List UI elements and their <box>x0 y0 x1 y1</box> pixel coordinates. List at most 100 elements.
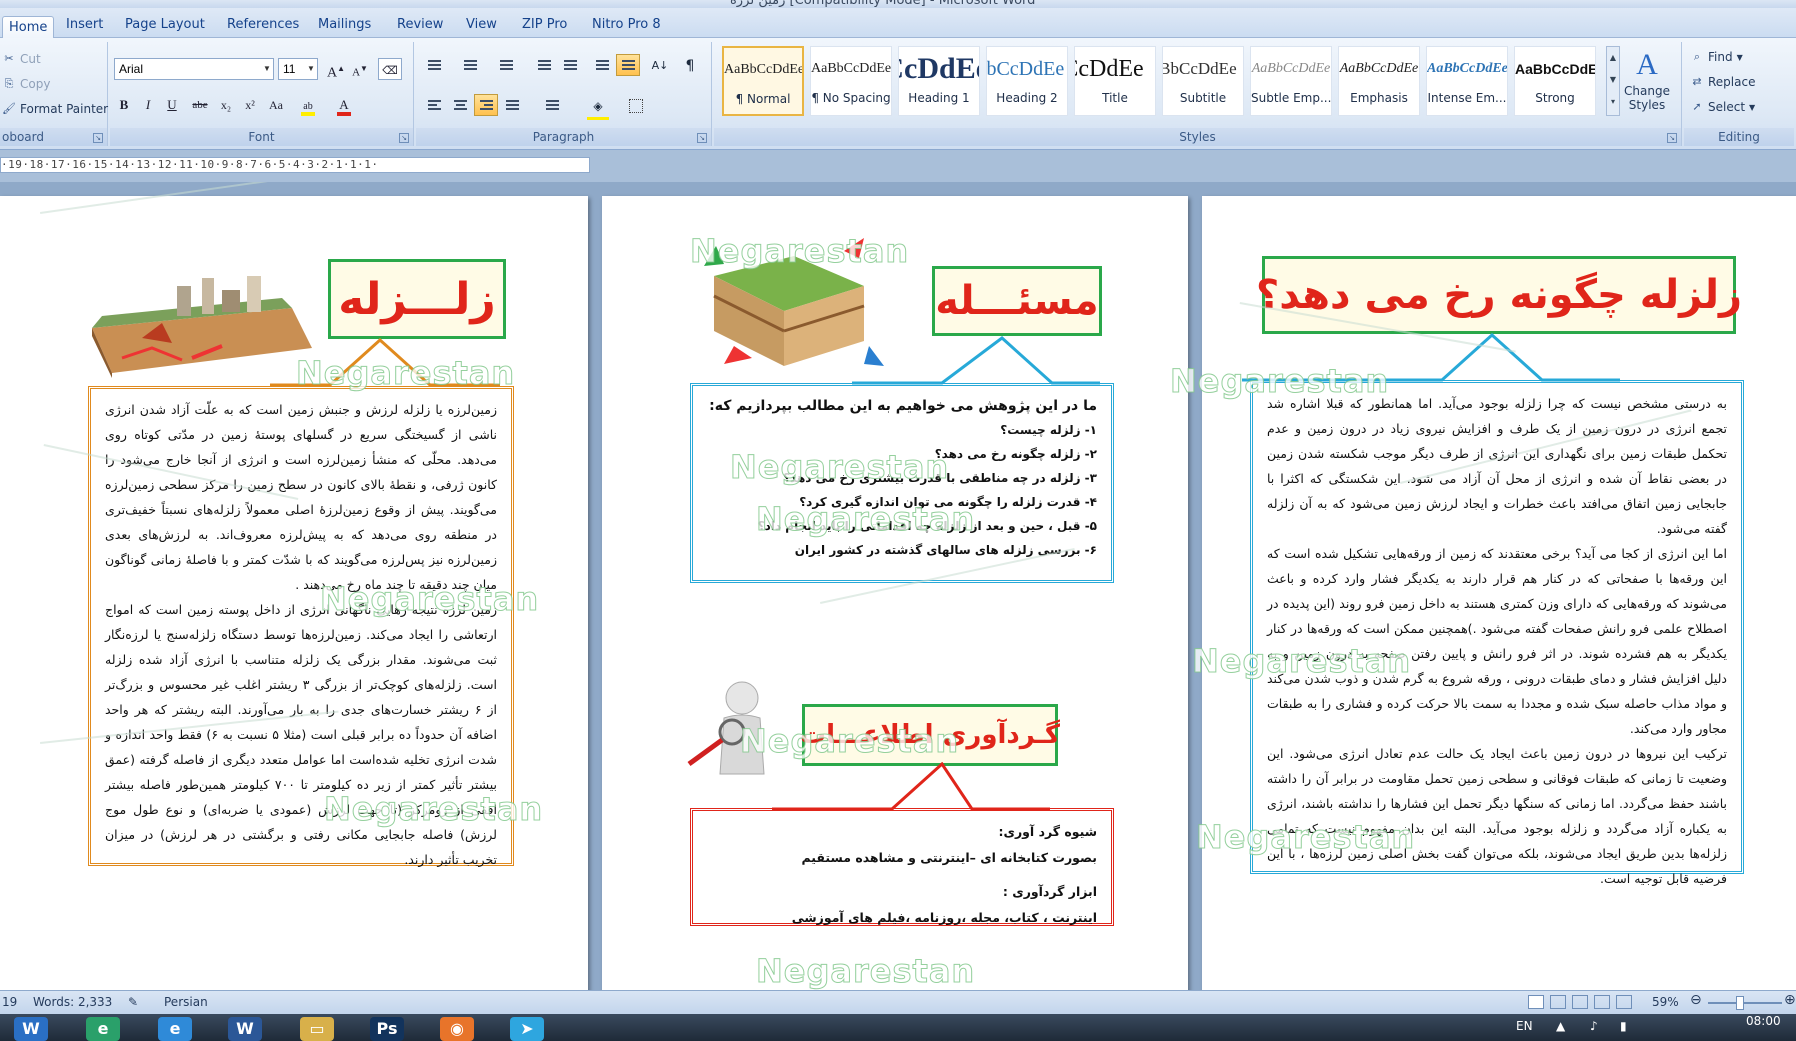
copy-button[interactable]: ⎘ Copy <box>2 77 51 91</box>
tab-references[interactable]: References <box>227 14 299 38</box>
network-icon[interactable]: ▲ <box>1556 1019 1565 1033</box>
zoom-out-button[interactable]: ⊖ <box>1690 992 1702 1008</box>
style-normal[interactable]: AaBbCcDdEe ¶ Normal <box>722 46 804 116</box>
italic-button[interactable]: I <box>136 94 160 116</box>
scissors-icon: ✂ <box>4 52 14 65</box>
tab-review[interactable]: Review <box>397 14 443 38</box>
multilevel-list-button[interactable] <box>494 54 518 76</box>
paragraph: اما این انرژی از کجا می آید؟ برخی معتقدن… <box>1267 546 1727 736</box>
edge-icon[interactable]: e <box>86 1017 120 1041</box>
language-tray[interactable]: EN <box>1516 1019 1533 1033</box>
clock[interactable]: 08:00 <box>1746 1014 1781 1028</box>
style-heading-2[interactable]: AaBbCcDdEe Heading 2 <box>986 46 1068 116</box>
telegram-icon[interactable]: ➤ <box>510 1017 544 1041</box>
start-button[interactable]: W <box>14 1017 48 1041</box>
tab-zip-pro[interactable]: ZIP Pro <box>522 14 567 38</box>
tab-nitro-pro[interactable]: Nitro Pro 8 <box>592 14 661 38</box>
tab-mailings[interactable]: Mailings <box>318 14 371 38</box>
zoom-in-button[interactable]: ⊕ <box>1784 992 1796 1008</box>
font-size-combo[interactable]: 11 ▼ <box>278 58 318 80</box>
page-left[interactable]: زلـــزله زمین‌لرزه یا زلزله لرزش و جنبش … <box>0 196 588 990</box>
style-subtle-emphasis[interactable]: AaBbCcDdEe Subtle Emp... <box>1250 46 1332 116</box>
grow-font-button[interactable]: A▲ <box>324 58 348 81</box>
font-launcher[interactable]: ↘ <box>399 133 409 143</box>
font-name-combo[interactable]: Arial ▼ <box>114 58 274 80</box>
styles-gallery-scroll[interactable]: ▲ ▼ ▾ <box>1606 46 1620 116</box>
file-explorer-icon[interactable]: ▭ <box>300 1017 334 1041</box>
style-heading-1[interactable]: AaBbCcDdEe Heading 1 <box>898 46 980 116</box>
borders-button[interactable] <box>624 94 648 116</box>
highlight-color-button[interactable]: ab <box>296 94 320 116</box>
align-right-button[interactable] <box>474 94 498 116</box>
volume-icon[interactable]: ♪ <box>1590 1019 1598 1033</box>
show-marks-button[interactable]: ¶ <box>678 54 702 76</box>
document-area[interactable]: زلـــزله زمین‌لرزه یا زلزله لرزش و جنبش … <box>0 182 1796 990</box>
change-case-button[interactable]: Aa <box>264 94 288 116</box>
format-painter-button[interactable]: 🖌 Format Painter <box>2 102 108 116</box>
tab-home[interactable]: Home <box>2 16 55 40</box>
subscript-button[interactable]: x₂ <box>214 94 238 116</box>
page-middle[interactable]: مسئـــله ما در این پژوهش می خواهیم به ای… <box>602 196 1188 990</box>
photoshop-icon[interactable]: Ps <box>370 1017 404 1041</box>
zoom-level[interactable]: 59% <box>1652 995 1679 1009</box>
paragraph-launcher[interactable]: ↘ <box>697 133 707 143</box>
shading-button[interactable]: ◈ <box>586 94 610 120</box>
tab-view[interactable]: View <box>466 14 497 38</box>
strikethrough-button[interactable]: abe <box>188 94 212 116</box>
draft-view-button[interactable] <box>1616 995 1632 1009</box>
zoom-slider-knob[interactable] <box>1736 996 1744 1010</box>
sort-button[interactable]: A↓ <box>648 54 672 76</box>
style-subtitle[interactable]: AaBbCcDdEe Subtitle <box>1162 46 1244 116</box>
firefox-icon[interactable]: ◉ <box>440 1017 474 1041</box>
language-indicator[interactable]: Persian <box>164 995 208 1009</box>
style-no-spacing[interactable]: AaBbCcDdEe ¶ No Spacing <box>810 46 892 116</box>
superscript-button[interactable]: x² <box>238 94 262 116</box>
tab-page-layout[interactable]: Page Layout <box>125 14 205 38</box>
font-color-button[interactable]: A <box>332 94 356 116</box>
horizontal-ruler[interactable]: ·19·18·17·16·15·14·13·12·11·10·9·8·7·6·5… <box>0 152 1796 182</box>
clipboard-launcher[interactable]: ↘ <box>93 133 103 143</box>
print-layout-view-button[interactable] <box>1528 995 1544 1009</box>
ltr-direction-button[interactable] <box>590 54 614 76</box>
heading-box-left: زلـــزله <box>328 259 506 339</box>
align-left-button[interactable] <box>422 94 446 116</box>
find-button[interactable]: ⌕ Find ▼ <box>1690 50 1743 64</box>
proofing-icon[interactable]: ✎ <box>128 995 138 1009</box>
align-left-icon <box>428 100 441 111</box>
bullets-button[interactable] <box>422 54 446 76</box>
style-emphasis[interactable]: AaBbCcDdEe Emphasis <box>1338 46 1420 116</box>
justify-button[interactable] <box>500 94 524 116</box>
style-title[interactable]: AaBbCcDdEe Title <box>1074 46 1156 116</box>
increase-indent-button[interactable] <box>558 54 582 76</box>
battery-icon[interactable]: ▮ <box>1620 1019 1627 1033</box>
replace-button[interactable]: ⇄ Replace <box>1690 75 1755 89</box>
styles-launcher[interactable]: ↘ <box>1667 133 1677 143</box>
tab-insert[interactable]: Insert <box>66 14 103 38</box>
word-taskbar-icon[interactable]: W <box>228 1017 262 1041</box>
cut-button[interactable]: ✂ Cut <box>2 52 40 66</box>
outline-view-button[interactable] <box>1594 995 1610 1009</box>
page-right[interactable]: زلزله چگونه رخ می دهد؟ به درستی مشخص نیس… <box>1202 196 1796 990</box>
select-button[interactable]: ➚ Select ▼ <box>1690 100 1755 114</box>
change-styles-button[interactable]: A Change Styles <box>1624 46 1670 112</box>
internet-explorer-icon[interactable]: e <box>158 1017 192 1041</box>
rtl-direction-button[interactable] <box>616 54 640 76</box>
word-count[interactable]: Words: 2,333 <box>33 995 112 1009</box>
text-box-data-collection: شیوه گرد آوری: بصورت کتابخانه ای –اینترن… <box>690 808 1114 926</box>
style-strong[interactable]: AaBbCcDdEe Strong <box>1514 46 1596 116</box>
zoom-slider[interactable] <box>1708 996 1782 1010</box>
web-layout-view-button[interactable] <box>1572 995 1588 1009</box>
style-name: ¶ Normal <box>735 92 791 106</box>
clear-formatting-button[interactable]: ⌫ <box>378 58 402 80</box>
style-intense-emphasis[interactable]: AaBbCcDdEe Intense Em... <box>1426 46 1508 116</box>
bold-button[interactable]: B <box>112 94 136 116</box>
underline-button[interactable]: U <box>160 94 184 116</box>
full-screen-view-button[interactable] <box>1550 995 1566 1009</box>
paragraph-group: A↓ ¶ ◈ Paragraph ↘ <box>416 42 712 146</box>
line-spacing-button[interactable] <box>540 94 564 116</box>
align-center-button[interactable] <box>448 94 472 116</box>
page-number[interactable]: 19 <box>2 995 17 1009</box>
decrease-indent-button[interactable] <box>532 54 556 76</box>
shrink-font-button[interactable]: A▼ <box>348 58 372 80</box>
numbering-button[interactable] <box>458 54 482 76</box>
